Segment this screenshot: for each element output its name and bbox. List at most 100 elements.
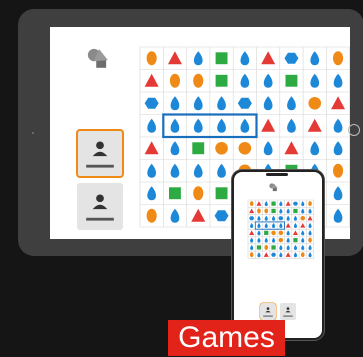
piece-drop-r2c3 — [217, 96, 226, 111]
piece-triangle-r4c6 — [284, 141, 299, 155]
games-caption: Games — [168, 320, 285, 356]
piece-drop-r4c1 — [170, 141, 180, 156]
piece-triangle-r0c5 — [261, 51, 276, 65]
piece-drop-r6c8 — [333, 186, 343, 201]
piece-drop-r7c6 — [293, 252, 298, 258]
piece-hexagon-r7c3 — [214, 210, 229, 222]
piece-green-r1c6 — [285, 74, 298, 87]
piece-circle-r2c7 — [300, 216, 305, 221]
piece-drop-r3c0 — [147, 118, 157, 133]
piece-drop-r1c7 — [301, 208, 305, 214]
piece-drop-r6c5 — [286, 244, 290, 250]
piece-orange-r6c2 — [193, 186, 204, 201]
piece-triangle-r3c7 — [300, 223, 306, 228]
piece-drop-r4c7 — [310, 141, 320, 156]
piece-drop-r6c8 — [308, 244, 312, 250]
piece-green-r6c3 — [215, 187, 228, 200]
piece-drop-r1c8 — [308, 208, 312, 214]
piece-drop-r0c2 — [193, 51, 203, 66]
piece-drop-r1c5 — [263, 73, 273, 88]
phone-screen — [238, 179, 318, 334]
piece-triangle-r7c2 — [263, 252, 269, 257]
piece-circle-r4c4 — [238, 141, 252, 155]
piece-drop-r4c1 — [257, 230, 261, 236]
piece-hexagon-r0c6 — [284, 52, 299, 64]
piece-orange-r7c7 — [300, 252, 305, 258]
piece-drop-r2c3 — [271, 215, 276, 221]
piece-drop-r6c0 — [250, 244, 254, 250]
piece-orange-r1c2 — [264, 208, 269, 214]
piece-drop-r2c6 — [287, 96, 296, 111]
piece-green-r0c3 — [271, 201, 276, 206]
piece-green-r4c2 — [192, 142, 205, 155]
piece-triangle-r4c0 — [144, 141, 159, 155]
piece-drop-r3c4 — [279, 223, 283, 229]
tablet-home-button[interactable] — [348, 124, 360, 136]
piece-hexagon-r2c0 — [249, 216, 255, 221]
piece-drop-r4c7 — [301, 230, 305, 236]
piece-triangle-r0c5 — [285, 201, 291, 206]
piece-orange-r0c0 — [146, 51, 157, 66]
piece-hexagon-r2c0 — [144, 97, 159, 109]
piece-drop-r5c1 — [170, 163, 180, 178]
player-card-2[interactable] — [260, 303, 276, 320]
player-card-1[interactable] — [76, 129, 124, 178]
piece-drop-r3c1 — [257, 223, 261, 229]
piece-drop-r7c8 — [333, 208, 343, 223]
player-bar — [86, 217, 114, 221]
phone-device — [232, 170, 324, 340]
piece-orange-r7c0 — [249, 252, 254, 258]
piece-drop-r1c5 — [286, 208, 290, 214]
phone-notch — [266, 173, 288, 176]
piece-triangle-r2c8 — [307, 215, 313, 221]
piece-drop-r2c6 — [293, 215, 298, 221]
piece-green-r1c3 — [271, 208, 276, 214]
piece-orange-r6c2 — [264, 244, 269, 250]
piece-triangle-r3c7 — [307, 118, 322, 132]
piece-drop-r0c2 — [264, 201, 268, 207]
piece-orange-r0c0 — [249, 201, 254, 207]
piece-green-r6c1 — [256, 245, 262, 250]
piece-circle-r5c4 — [278, 237, 284, 243]
shapes-icon — [269, 183, 278, 192]
piece-drop-r4c8 — [308, 230, 312, 236]
piece-drop-r1c7 — [310, 73, 320, 88]
piece-drop-r0c4 — [240, 51, 250, 66]
piece-drop-r3c8 — [308, 223, 312, 229]
piece-triangle-r4c6 — [292, 230, 298, 235]
piece-triangle-r1c0 — [144, 73, 159, 87]
piece-orange-r0c8 — [308, 201, 312, 207]
piece-drop-r4c5 — [286, 230, 290, 236]
piece-drop-r3c3 — [217, 118, 226, 133]
piece-drop-r5c3 — [217, 163, 226, 178]
piece-triangle-r1c0 — [249, 208, 255, 214]
piece-drop-r1c4 — [279, 208, 283, 214]
piece-orange-r1c2 — [193, 73, 204, 88]
piece-orange-r1c1 — [169, 73, 180, 88]
player-card-2[interactable] — [77, 183, 123, 230]
shapes-icon — [87, 48, 108, 68]
piece-green-r4c2 — [264, 230, 269, 235]
piece-orange-r5c8 — [308, 237, 312, 243]
piece-drop-r7c1 — [257, 252, 261, 258]
piece-drop-r4c5 — [263, 141, 273, 156]
piece-triangle-r3c5 — [261, 118, 276, 132]
piece-drop-r7c4 — [279, 252, 283, 258]
piece-triangle-r0c1 — [167, 51, 182, 65]
piece-drop-r3c6 — [293, 223, 298, 229]
piece-triangle-r7c5 — [285, 252, 291, 257]
piece-triangle-r2c8 — [331, 96, 346, 110]
player-bar — [86, 164, 114, 168]
piece-drop-r2c5 — [286, 215, 290, 221]
player-card-2-phone[interactable] — [280, 303, 296, 320]
tablet-camera — [32, 132, 34, 134]
piece-hexagon-r7c3 — [271, 252, 277, 257]
player-bar — [283, 315, 293, 317]
piece-orange-r5c8 — [333, 163, 344, 178]
piece-green-r6c1 — [169, 187, 181, 200]
piece-drop-r5c5 — [286, 237, 290, 243]
piece-triangle-r3c5 — [285, 223, 291, 228]
piece-drop-r3c3 — [271, 223, 276, 229]
piece-drop-r5c3 — [271, 237, 276, 243]
piece-drop-r3c2 — [193, 118, 203, 133]
